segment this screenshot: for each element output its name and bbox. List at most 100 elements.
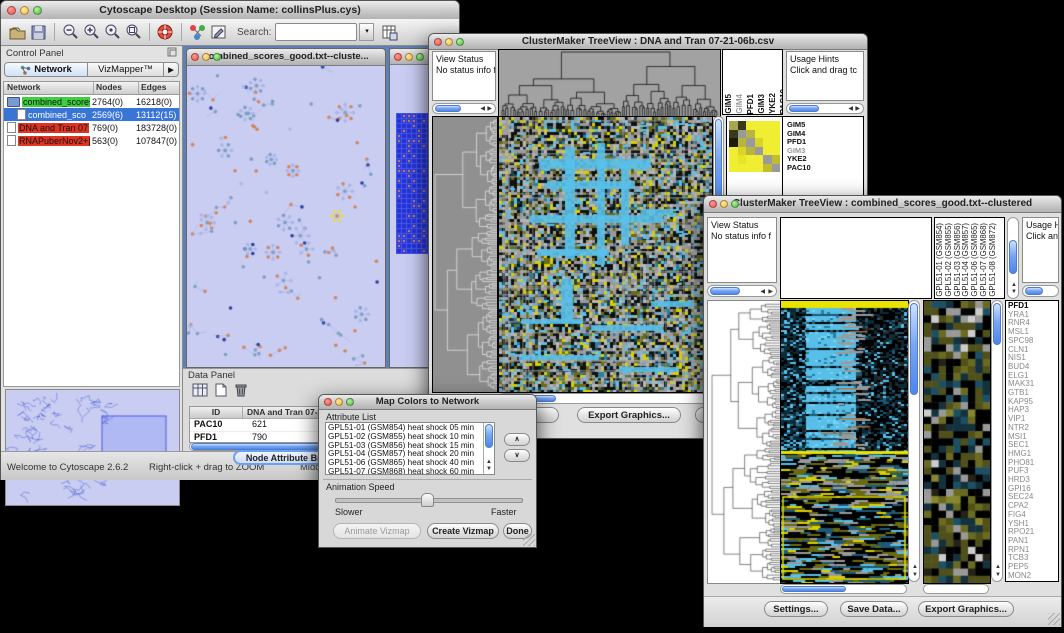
matrix-cell[interactable] — [746, 130, 755, 139]
tv2-row-dendrogram[interactable] — [707, 300, 781, 584]
matrix-cell[interactable] — [746, 147, 755, 156]
table-row[interactable]: combined_scores2764(0)16218(0) — [4, 95, 179, 108]
matrix-cell[interactable] — [755, 121, 764, 130]
tv2-view-status-scrollbar[interactable]: ◀▶ — [707, 285, 777, 297]
matrix-cell[interactable] — [763, 164, 772, 173]
attribute-list-item[interactable]: GPL51-07 (GSM868) heat shock 60 min — [328, 468, 492, 475]
col-edges[interactable]: Edges — [138, 82, 179, 94]
attribute-select-icon[interactable] — [191, 382, 209, 403]
treeview1-titlebar[interactable]: ClusterMaker TreeView : DNA and Tran 07-… — [429, 34, 867, 50]
minimize-icon[interactable] — [405, 53, 413, 61]
network-name-cell[interactable]: DNA and Tran 07 — [4, 122, 90, 133]
annotation-icon[interactable] — [208, 22, 229, 42]
table-row[interactable]: RNAPuberNov2+|563(0)107847(0) — [4, 134, 179, 147]
matrix-cell[interactable] — [729, 155, 738, 164]
matrix-cell[interactable] — [729, 138, 738, 147]
tv1-usage-hints-scrollbar[interactable]: ◀▶ — [786, 103, 864, 114]
zoom-icon[interactable] — [731, 200, 739, 208]
network-name-cell[interactable]: combined_sco — [4, 109, 90, 120]
create-vizmap-button[interactable]: Create Vizmap — [427, 523, 499, 539]
matrix-cell[interactable] — [772, 121, 781, 130]
col-nodes[interactable]: Nodes — [93, 82, 138, 94]
network-name-cell[interactable]: combined_scores — [4, 97, 90, 107]
matrix-cell[interactable] — [763, 130, 772, 139]
animate-vizmap-button[interactable]: Animate Vizmap — [333, 523, 421, 539]
matrix-cell[interactable] — [772, 147, 781, 156]
tv2-column-dendrogram-area[interactable] — [780, 217, 932, 299]
tv2-usage-hints-scrollbar[interactable] — [1022, 285, 1059, 297]
matrix-cell[interactable] — [738, 155, 747, 164]
speed-slider-thumb[interactable] — [421, 493, 434, 507]
network-view-canvas[interactable] — [187, 66, 383, 366]
tv1-view-status-scrollbar[interactable]: ◀▶ — [432, 103, 496, 114]
matrix-cell[interactable] — [772, 138, 781, 147]
zoom-icon[interactable] — [213, 53, 221, 61]
tv2-save-data-button[interactable]: Save Data... — [840, 601, 908, 617]
tv2-column-labels-scrollbar[interactable]: ▲▼ — [1007, 217, 1019, 299]
tv2-export-graphics-button[interactable]: Export Graphics... — [918, 601, 1014, 617]
table-row[interactable]: DNA and Tran 07769(0)183728(0) — [4, 121, 179, 134]
vizmapper-icon[interactable] — [187, 22, 208, 42]
matrix-cell[interactable] — [772, 164, 781, 173]
main-titlebar[interactable]: Cytoscape Desktop (Session Name: collins… — [1, 1, 459, 20]
zoom-fit-icon[interactable] — [123, 22, 144, 42]
tv2-heatmap-hscrollbar[interactable] — [780, 584, 907, 594]
tv1-global-heatmap[interactable] — [498, 116, 713, 393]
close-icon[interactable] — [7, 6, 16, 15]
search-dropdown-button[interactable]: ▾ — [359, 23, 374, 41]
zoom-icon[interactable] — [456, 38, 464, 46]
resize-grip[interactable] — [1048, 613, 1060, 625]
matrix-cell[interactable] — [772, 130, 781, 139]
tv2-global-heatmap[interactable] — [780, 300, 909, 584]
save-icon[interactable] — [28, 22, 49, 42]
matrix-cell[interactable] — [738, 130, 747, 139]
table-row[interactable]: combined_sco2569(6)13112(15) — [4, 108, 179, 121]
tv2-heatmap-vscrollbar[interactable]: ▲▼ — [908, 300, 920, 582]
close-icon[interactable] — [394, 53, 402, 61]
matrix-cell[interactable] — [729, 130, 738, 139]
tab-network[interactable]: Network — [4, 62, 88, 77]
minimize-icon[interactable] — [20, 6, 29, 15]
delete-attribute-icon[interactable] — [233, 382, 249, 403]
matrix-cell[interactable] — [738, 138, 747, 147]
zoom-out-icon[interactable] — [60, 22, 81, 42]
move-down-button[interactable]: ∨ — [504, 449, 530, 462]
matrix-cell[interactable] — [746, 121, 755, 130]
matrix-cell[interactable] — [755, 147, 764, 156]
tab-overflow-button[interactable]: ▶ — [164, 62, 179, 77]
matrix-cell[interactable] — [738, 147, 747, 156]
close-icon[interactable] — [324, 398, 332, 406]
matrix-cell[interactable] — [738, 164, 747, 173]
matrix-cell[interactable] — [729, 147, 738, 156]
matrix-cell[interactable] — [772, 155, 781, 164]
close-icon[interactable] — [709, 200, 717, 208]
matrix-cell[interactable] — [746, 138, 755, 147]
tv2-settings-button[interactable]: Settings... — [764, 601, 828, 617]
zoom-icon[interactable] — [416, 53, 424, 61]
help-lifering-icon[interactable] — [155, 22, 176, 42]
zoom-selected-icon[interactable] — [102, 22, 123, 42]
open-file-icon[interactable] — [7, 22, 28, 42]
minimize-icon[interactable] — [720, 200, 728, 208]
matrix-cell[interactable] — [746, 155, 755, 164]
tv2-zoom-heatmap[interactable] — [923, 300, 991, 584]
tv1-export-graphics-button[interactable]: Export Graphics... — [577, 407, 681, 423]
close-icon[interactable] — [191, 53, 199, 61]
attribute-list-scrollbar[interactable]: ▲▼ — [483, 423, 494, 474]
network-view-titlebar[interactable]: combined_scores_good.txt--cluste... — [187, 49, 385, 66]
tv1-row-dendrogram[interactable] — [432, 116, 498, 393]
tv2-gene-list-scrollbar[interactable]: ▲▼ — [991, 300, 1003, 582]
float-panel-icon[interactable] — [167, 44, 177, 62]
minimize-icon[interactable] — [202, 53, 210, 61]
matrix-cell[interactable] — [738, 121, 747, 130]
tv1-zoom-matrix[interactable] — [729, 121, 780, 172]
search-input[interactable] — [275, 23, 357, 41]
dialog-titlebar[interactable]: Map Colors to Network — [319, 395, 536, 410]
zoom-in-icon[interactable] — [81, 22, 102, 42]
import-table-icon[interactable] — [379, 22, 400, 42]
resize-grip[interactable] — [523, 534, 535, 546]
matrix-cell[interactable] — [763, 147, 772, 156]
close-icon[interactable] — [434, 38, 442, 46]
tab-vizmapper[interactable]: VizMapper™ — [88, 62, 164, 77]
matrix-cell[interactable] — [755, 130, 764, 139]
